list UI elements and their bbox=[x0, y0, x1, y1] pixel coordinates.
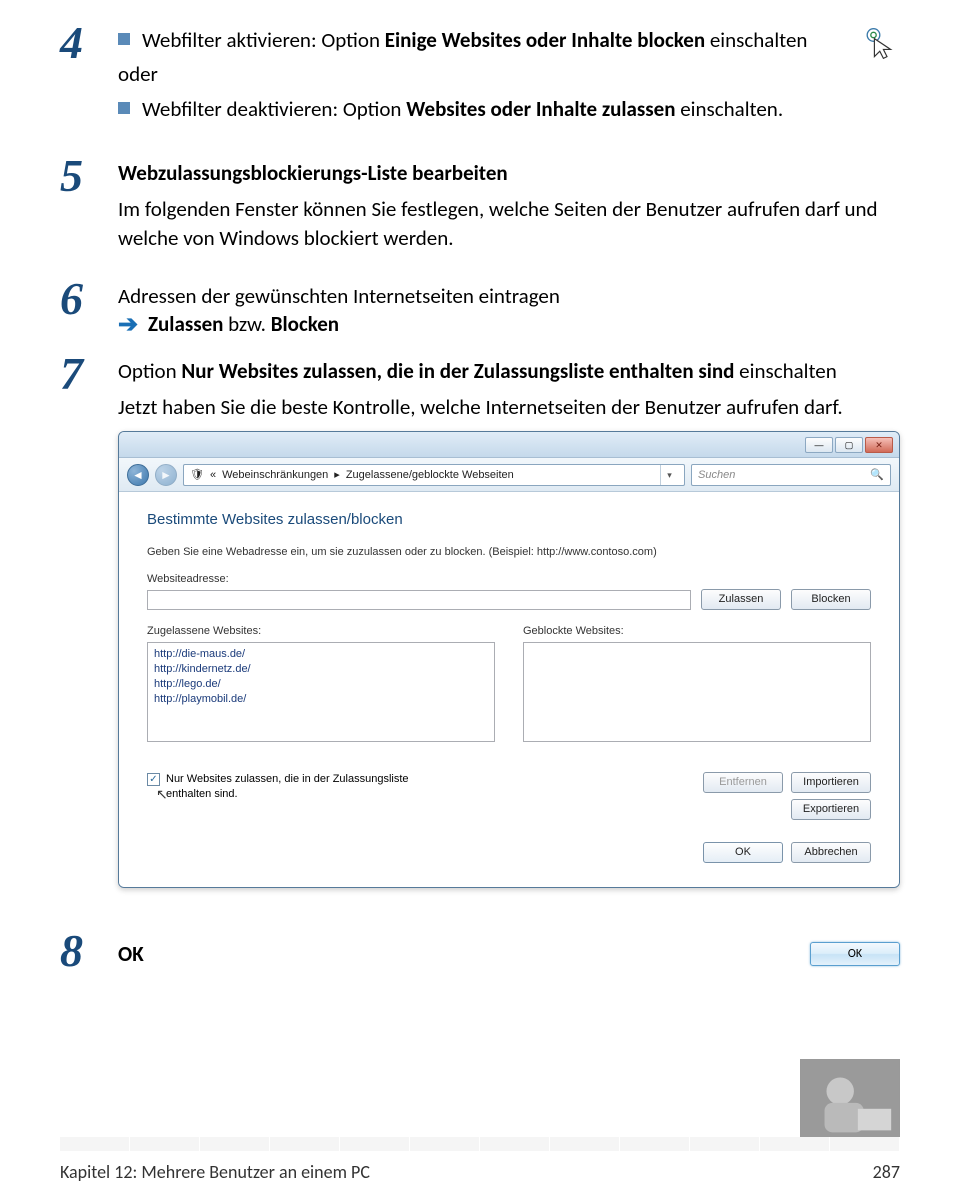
step-5-heading: Webzulassungsblockierungs-Liste bearbeit… bbox=[118, 159, 900, 187]
search-placeholder: Suchen bbox=[698, 468, 735, 483]
step-4-line-2: Webfilter deaktivieren: Option Websites … bbox=[142, 95, 783, 123]
content-intro: Geben Sie eine Webadresse ein, um sie zu… bbox=[147, 545, 871, 560]
list-item[interactable]: http://lego.de/ bbox=[154, 677, 488, 692]
step-8-body: OK OK bbox=[118, 928, 900, 974]
text: Webfilter aktivieren: Option bbox=[142, 27, 385, 53]
step-8: 8 OK OK bbox=[60, 928, 900, 974]
chapter-thumbnail-image bbox=[800, 1059, 900, 1139]
text-bold: Zulassen bbox=[148, 311, 223, 337]
search-icon: 🔍 bbox=[870, 468, 884, 483]
list-item[interactable]: http://die-maus.de/ bbox=[154, 647, 488, 662]
square-bullet-icon bbox=[118, 102, 130, 114]
checkbox-label: Nur Websites zulassen, die in der Zulass… bbox=[166, 773, 409, 800]
footer-page-number: 287 bbox=[873, 1161, 900, 1183]
step-6: 6 Adressen der gewünschten Internetseite… bbox=[60, 276, 900, 339]
step-6-line-2: Zulassen bzw. Blocken bbox=[148, 310, 339, 338]
cursor-icon: ↖ bbox=[156, 785, 168, 804]
text-bold: Nur Websites zulassen, die in der Zulass… bbox=[181, 358, 734, 384]
text: Option bbox=[118, 358, 181, 384]
text: einschalten bbox=[705, 27, 807, 53]
breadcrumb-item[interactable]: Zugelassene/geblockte Webseiten bbox=[346, 468, 514, 483]
step-4: 4 Webfilter aktivieren: Option Einige We… bbox=[60, 20, 900, 129]
step-4-body: Webfilter aktivieren: Option Einige Webs… bbox=[118, 20, 842, 129]
chevron-down-icon[interactable]: ▾ bbox=[660, 465, 678, 485]
ok-button-chip: OK bbox=[810, 942, 900, 966]
footer-chapter: Kapitel 12: Mehrere Benutzer an einem PC bbox=[60, 1161, 370, 1183]
content-heading: Bestimmte Websites zulassen/blocken bbox=[147, 510, 871, 530]
step-4-line-1: Webfilter aktivieren: Option Einige Webs… bbox=[142, 26, 807, 54]
address-label: Websiteadresse: bbox=[147, 572, 871, 587]
chevron-right-icon: ▸ bbox=[334, 468, 340, 483]
import-button[interactable]: Importieren bbox=[791, 772, 871, 793]
list-item[interactable]: http://kindernetz.de/ bbox=[154, 662, 488, 677]
text-bold: Blocken bbox=[271, 311, 339, 337]
step-5: 5 Webzulassungsblockierungs-Liste bearbe… bbox=[60, 153, 900, 252]
step-number: 7 bbox=[60, 351, 100, 888]
allowed-label: Zugelassene Websites: bbox=[147, 624, 495, 639]
only-allow-checkbox-row[interactable]: ✓ Nur Websites zulassen, die in der Zula… bbox=[147, 772, 447, 802]
window-content: Bestimmte Websites zulassen/blocken Gebe… bbox=[119, 492, 899, 887]
step-7: 7 Option Nur Websites zulassen, die in d… bbox=[60, 351, 900, 888]
blocked-label: Geblockte Websites: bbox=[523, 624, 871, 639]
step-4-oder: oder bbox=[118, 60, 842, 88]
text-bold: Einige Websites oder Inhalte blocken bbox=[385, 27, 705, 53]
breadcrumb[interactable]: 🛡 « Webeinschränkungen ▸ Zugelassene/geb… bbox=[183, 464, 685, 486]
website-address-input[interactable] bbox=[147, 590, 691, 610]
blocked-sites-listbox[interactable] bbox=[523, 642, 871, 742]
step-number: 8 bbox=[60, 928, 100, 974]
step-6-line-1: Adressen der gewünschten Internetseiten … bbox=[118, 282, 900, 310]
nav-forward-button[interactable]: ► bbox=[155, 464, 177, 486]
footer-tab-bar bbox=[60, 1137, 900, 1151]
text: einschalten. bbox=[675, 96, 783, 122]
ok-button[interactable]: OK bbox=[703, 842, 783, 863]
step-number: 6 bbox=[60, 276, 100, 339]
remove-button[interactable]: Entfernen bbox=[703, 772, 783, 793]
minimize-button[interactable]: — bbox=[805, 437, 833, 453]
text-bold: Websites oder Inhalte zulassen bbox=[406, 96, 675, 122]
allowed-sites-listbox[interactable]: http://die-maus.de/ http://kindernetz.de… bbox=[147, 642, 495, 742]
export-button[interactable]: Exportieren bbox=[791, 799, 871, 820]
step-6-body: Adressen der gewünschten Internetseiten … bbox=[118, 276, 900, 339]
nav-back-button[interactable]: ◄ bbox=[127, 464, 149, 486]
arrow-bullet-icon: ➔ bbox=[118, 313, 142, 337]
step-8-label: OK bbox=[118, 940, 770, 968]
list-item[interactable]: http://playmobil.de/ bbox=[154, 692, 488, 707]
step-number: 5 bbox=[60, 153, 100, 252]
step-7-text: Jetzt haben Sie die beste Kontrolle, wel… bbox=[118, 393, 900, 421]
cursor-click-icon bbox=[860, 20, 900, 129]
screenshot-window: — ▢ ✕ ◄ ► 🛡 « Webeinschränkungen ▸ Zugel… bbox=[118, 431, 900, 888]
cancel-button[interactable]: Abbrechen bbox=[791, 842, 871, 863]
text: einschalten bbox=[734, 358, 836, 384]
step-7-body: Option Nur Websites zulassen, die in der… bbox=[118, 351, 900, 888]
search-input[interactable]: Suchen 🔍 bbox=[691, 464, 891, 486]
window-navbar: ◄ ► 🛡 « Webeinschränkungen ▸ Zugelassene… bbox=[119, 458, 899, 492]
block-button[interactable]: Blocken bbox=[791, 589, 871, 610]
window-titlebar: — ▢ ✕ bbox=[119, 432, 899, 458]
allow-button[interactable]: Zulassen bbox=[701, 589, 781, 610]
page-footer: Kapitel 12: Mehrere Benutzer an einem PC… bbox=[60, 1161, 900, 1183]
step-7-line-1: Option Nur Websites zulassen, die in der… bbox=[118, 357, 900, 385]
breadcrumb-chevron-icon: « bbox=[210, 468, 216, 483]
breadcrumb-icon: 🛡 bbox=[190, 468, 204, 483]
breadcrumb-item[interactable]: Webeinschränkungen bbox=[222, 468, 328, 483]
text: Webfilter deaktivieren: Option bbox=[142, 96, 406, 122]
close-button[interactable]: ✕ bbox=[865, 437, 893, 453]
square-bullet-icon bbox=[118, 33, 130, 45]
maximize-button[interactable]: ▢ bbox=[835, 437, 863, 453]
step-5-body: Webzulassungsblockierungs-Liste bearbeit… bbox=[118, 153, 900, 252]
step-5-text: Im folgenden Fenster können Sie festlege… bbox=[118, 195, 900, 252]
text: bzw. bbox=[223, 311, 270, 337]
step-number: 4 bbox=[60, 20, 100, 129]
